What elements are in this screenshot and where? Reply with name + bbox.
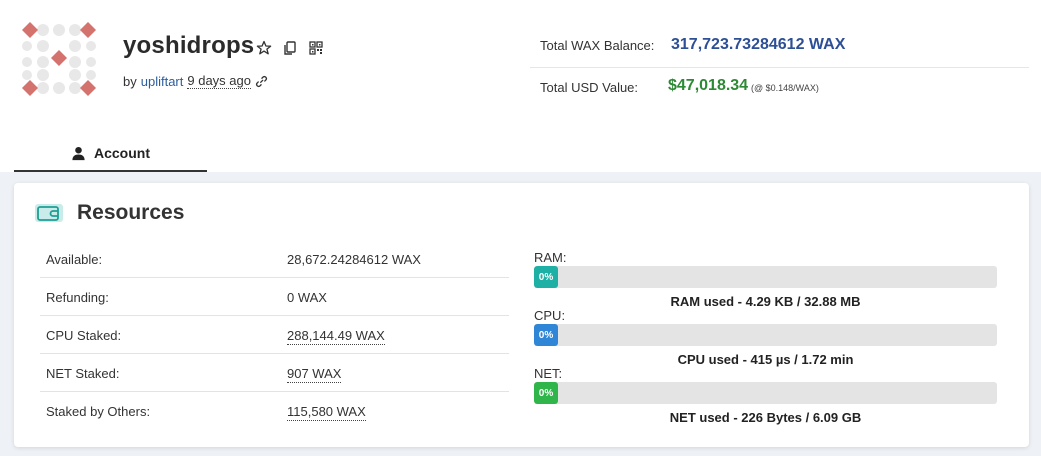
usd-rate: (@ $0.148/WAX) — [751, 83, 819, 93]
resource-value: 28,672.24284612 WAX — [287, 252, 421, 267]
cpu-meter: CPU: 0% CPU used - 415 µs / 1.72 min — [534, 308, 997, 367]
ram-progress-fill: 0% — [534, 266, 558, 288]
resources-title: Resources — [77, 201, 185, 224]
net-meter: NET: 0% NET used - 226 Bytes / 6.09 GB — [534, 366, 997, 425]
resource-label: Refunding: — [46, 290, 109, 305]
resources-table: Available: 28,672.24284612 WAX Refunding… — [40, 240, 509, 430]
ram-meter: RAM: 0% RAM used - 4.29 KB / 32.88 MB — [534, 250, 997, 309]
net-progress-bar: 0% — [534, 382, 997, 404]
net-progress-fill: 0% — [534, 382, 558, 404]
usd-value-label: Total USD Value: — [540, 80, 639, 95]
resource-row-staked-by-others: Staked by Others: 115,580 WAX — [40, 392, 509, 430]
resource-value[interactable]: 907 WAX — [287, 366, 342, 383]
creator-line: by upliftart 9 days ago — [123, 73, 268, 89]
balance-divider — [530, 67, 1029, 68]
creator-link[interactable]: upliftart — [141, 74, 184, 89]
resource-label: Staked by Others: — [46, 404, 151, 419]
account-avatar — [22, 22, 96, 96]
tab-account-label: Account — [94, 145, 150, 161]
star-icon[interactable] — [256, 40, 272, 56]
cpu-usage-text: CPU used - 415 µs / 1.72 min — [677, 352, 854, 367]
cpu-label: CPU: — [534, 308, 566, 323]
ram-progress-bar: 0% — [534, 266, 997, 288]
resource-label: NET Staked: — [46, 366, 120, 381]
wax-balance-label: Total WAX Balance: — [540, 38, 655, 53]
tab-account[interactable]: Account — [14, 136, 207, 172]
net-usage-text: NET used - 226 Bytes / 6.09 GB — [669, 410, 862, 425]
resource-value: 0 WAX — [287, 290, 327, 305]
resource-value[interactable]: 288,144.49 WAX — [287, 328, 385, 345]
resource-row-net-staked: NET Staked: 907 WAX — [40, 354, 509, 392]
resource-row-cpu-staked: CPU Staked: 288,144.49 WAX — [40, 316, 509, 354]
qr-code-icon[interactable] — [308, 40, 324, 56]
ram-usage-text: RAM used - 4.29 KB / 32.88 MB — [670, 294, 861, 309]
resource-value[interactable]: 115,580 WAX — [287, 404, 366, 421]
resource-label: CPU Staked: — [46, 328, 122, 343]
resource-label: Available: — [46, 252, 103, 267]
created-time-ago[interactable]: 9 days ago — [187, 73, 251, 89]
cpu-progress-fill: 0% — [534, 324, 558, 346]
resource-row-refunding: Refunding: 0 WAX — [40, 278, 509, 316]
account-actions — [256, 40, 324, 56]
resources-header: Resources — [35, 201, 184, 225]
user-icon — [72, 146, 85, 160]
cpu-progress-bar: 0% — [534, 324, 997, 346]
copy-icon[interactable] — [282, 40, 298, 56]
net-label: NET: — [534, 366, 563, 381]
created-by-prefix: by — [123, 73, 137, 89]
resource-row-available: Available: 28,672.24284612 WAX — [40, 240, 509, 278]
wax-balance-value: 317,723.73284612 WAX — [671, 36, 846, 53]
account-name: yoshidrops — [123, 32, 255, 59]
link-icon[interactable] — [255, 75, 268, 88]
wallet-icon — [35, 204, 63, 222]
ram-label: RAM: — [534, 250, 567, 265]
usd-value: $47,018.34 — [668, 77, 749, 94]
account-header: yoshidrops by upliftart 9 days ago Total… — [0, 0, 1041, 172]
